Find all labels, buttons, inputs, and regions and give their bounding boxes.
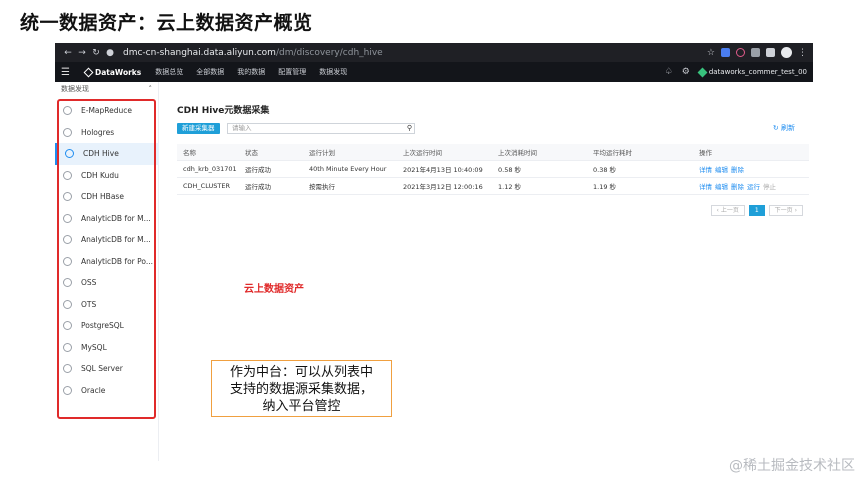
workspace-gem-icon — [697, 67, 708, 77]
callout-line: 纳入平台管控 — [262, 399, 341, 414]
star-icon[interactable]: ☆ — [707, 48, 715, 58]
column-header: 名称 — [183, 149, 196, 157]
collector-table: 名称 状态 运行计划 上次运行时间 上次消耗时间 平均运行耗时 操作 cdh_k… — [177, 144, 809, 195]
cell-last-run: 2021年4月13日 10:40:09 — [403, 166, 483, 174]
sidebar-title: 数据发现 — [61, 85, 89, 93]
sidebar: 数据发现 ˄ E-MapReduce Hologres CDH Hive CDH… — [55, 82, 159, 461]
page-title: CDH Hive元数据采集 — [177, 106, 270, 116]
column-header: 操作 — [699, 149, 712, 157]
chevron-up-icon[interactable]: ˄ — [149, 85, 153, 93]
column-header: 平均运行耗时 — [593, 149, 632, 157]
edit-link[interactable]: 编辑 — [715, 183, 728, 191]
extension-icon[interactable] — [736, 48, 745, 57]
detail-link[interactable]: 详情 — [699, 183, 712, 191]
cell-plan: 40th Minute Every Hour — [309, 165, 387, 173]
url-path: /dm/discovery/cdh_hive — [275, 47, 383, 58]
stop-link[interactable]: 停止 — [763, 183, 776, 191]
extension-icon[interactable] — [721, 48, 730, 57]
cell-last-run: 2021年3月12日 12:00:16 — [403, 183, 483, 191]
dataworks-logo-icon — [83, 67, 94, 77]
cell-last-cost: 0.58 秒 — [498, 166, 522, 174]
slide-title: 统一数据资产：云上数据资产概览 — [20, 12, 313, 34]
nav-data-overview[interactable]: 数据总览 — [155, 67, 183, 77]
cell-status: 运行成功 — [245, 183, 271, 191]
tools-icon[interactable]: ⚙ — [682, 67, 690, 77]
cell-ops: 详情 编辑 删除 运行 停止 — [693, 181, 809, 191]
nav-my-data[interactable]: 我的数据 — [237, 67, 265, 77]
run-link[interactable]: 运行 — [747, 183, 760, 191]
delete-link[interactable]: 删除 — [731, 183, 744, 191]
bell-icon[interactable]: ♤ — [665, 67, 673, 77]
cell-avg-cost: 1.19 秒 — [593, 183, 617, 191]
refresh-button[interactable]: ↻ 刷新 — [773, 123, 795, 133]
extensions-area: ☆ ⋮ — [707, 47, 807, 58]
back-icon[interactable]: ← — [61, 48, 75, 58]
nav-all-data[interactable]: 全部数据 — [196, 67, 224, 77]
forward-icon[interactable]: → — [75, 48, 89, 58]
account-switcher[interactable]: dataworks_commer_test_00 — [697, 67, 807, 77]
edit-link[interactable]: 编辑 — [715, 166, 728, 174]
pagination: ‹ 上一页 1 下一页 › — [710, 205, 803, 216]
dataworks-logo[interactable]: DataWorks — [83, 67, 142, 77]
callout-line: 作为中台：可以从列表中 — [229, 365, 373, 380]
kebab-menu-icon[interactable]: ⋮ — [798, 48, 807, 58]
cell-plan: 按需执行 — [309, 183, 335, 191]
brand-name: DataWorks — [95, 67, 142, 77]
column-header: 状态 — [245, 149, 258, 157]
callout-note: 作为中台：可以从列表中 支持的数据源采集数据， 纳入平台管控 — [211, 360, 392, 417]
hamburger-icon[interactable]: ☰ — [61, 67, 77, 78]
address-bar[interactable]: dmc-cn-shanghai.data.aliyun.com/dm/disco… — [123, 48, 707, 58]
refresh-label: 刷新 — [781, 124, 795, 132]
account-name: dataworks_commer_test_00 — [708, 68, 807, 76]
toolbar: 新建采集器 请输入 ⚲ ↻ 刷新 — [177, 123, 809, 135]
browser-toolbar: ← → ↻ ● dmc-cn-shanghai.data.aliyun.com/… — [55, 43, 813, 62]
new-collector-button[interactable]: 新建采集器 — [177, 123, 220, 134]
delete-link[interactable]: 删除 — [731, 166, 744, 174]
cell-name: CDH_CLUSTER — [183, 182, 230, 190]
cloud-assets-annotation: 云上数据资产 — [244, 284, 304, 295]
search-input[interactable]: 请输入 ⚲ — [227, 123, 415, 134]
callout-line: 支持的数据源采集数据， — [229, 382, 373, 397]
search-icon[interactable]: ⚲ — [407, 124, 412, 133]
table-header: 名称 状态 运行计划 上次运行时间 上次消耗时间 平均运行耗时 操作 — [177, 144, 809, 161]
cell-name: cdh_krb_031701 — [183, 165, 237, 173]
prev-page-button[interactable]: ‹ 上一页 — [710, 205, 745, 216]
prev-page-label: 上一页 — [720, 207, 739, 214]
highlight-frame — [57, 99, 156, 419]
sidebar-header[interactable]: 数据发现 ˄ — [55, 82, 158, 96]
column-header: 上次运行时间 — [403, 149, 442, 157]
table-row: cdh_krb_031701 运行成功 40th Minute Every Ho… — [177, 161, 809, 178]
cell-status: 运行成功 — [245, 166, 271, 174]
extension-icon[interactable] — [751, 48, 760, 57]
page-number[interactable]: 1 — [748, 205, 765, 216]
column-header: 上次消耗时间 — [498, 149, 537, 157]
next-page-label: 下一页 — [774, 207, 793, 214]
browser-window: ← → ↻ ● dmc-cn-shanghai.data.aliyun.com/… — [55, 43, 813, 461]
puzzle-icon[interactable] — [766, 48, 775, 57]
reload-icon[interactable]: ↻ — [89, 48, 103, 58]
app-header: ☰ DataWorks 数据总览 全部数据 我的数据 配置管理 数据发现 ♤ ⚙… — [55, 62, 813, 82]
detail-link[interactable]: 详情 — [699, 166, 712, 174]
column-header: 运行计划 — [309, 149, 335, 157]
search-placeholder: 请输入 — [232, 124, 252, 132]
lock-icon: ● — [106, 47, 114, 58]
nav-data-discovery[interactable]: 数据发现 — [319, 67, 347, 77]
table-row: CDH_CLUSTER 运行成功 按需执行 2021年3月12日 12:00:1… — [177, 178, 809, 195]
url-host: dmc-cn-shanghai.data.aliyun.com — [123, 47, 276, 58]
header-right: ♤ ⚙ dataworks_commer_test_00 — [665, 67, 807, 77]
cell-last-cost: 1.12 秒 — [498, 183, 522, 191]
next-page-button[interactable]: 下一页 › — [768, 205, 803, 216]
cell-avg-cost: 0.38 秒 — [593, 166, 617, 174]
nav-config-management[interactable]: 配置管理 — [278, 67, 306, 77]
watermark: @稀土掘金技术社区 — [729, 458, 855, 474]
profile-avatar-icon[interactable] — [781, 47, 792, 58]
refresh-icon: ↻ — [772, 124, 779, 132]
cell-ops: 详情 编辑 删除 — [693, 164, 809, 174]
